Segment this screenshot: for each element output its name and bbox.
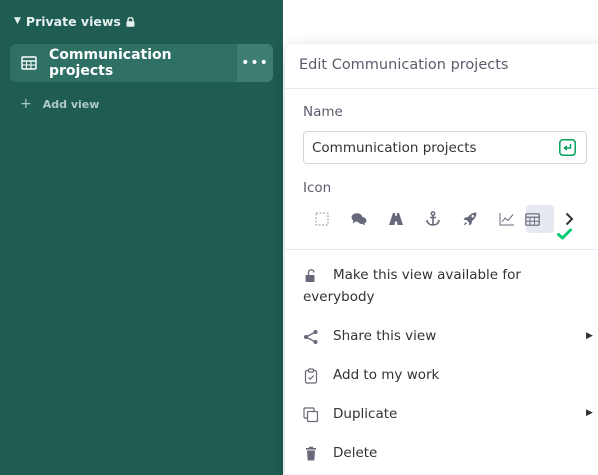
share-view-label: Share this view — [333, 328, 437, 344]
make-available-item[interactable]: Make this view available for — [303, 267, 521, 286]
empty-square-icon — [315, 212, 328, 226]
trash-icon — [303, 446, 319, 462]
icon-option-anchor[interactable] — [414, 205, 451, 233]
add-to-my-work-item[interactable]: Add to my work — [303, 367, 439, 386]
duplicate-label: Duplicate — [333, 406, 398, 422]
enter-icon[interactable] — [559, 139, 576, 156]
icon-label: Icon — [303, 180, 332, 196]
chevron-down-icon: ▼ — [14, 15, 21, 26]
submenu-arrow-icon: ▶ — [586, 331, 593, 341]
table-view-icon — [21, 56, 37, 70]
icon-option-line-chart[interactable] — [488, 205, 525, 233]
section-title: Private views — [25, 14, 121, 29]
duplicate-item[interactable]: Duplicate — [303, 406, 397, 425]
road-icon — [388, 213, 403, 225]
share-icon — [303, 329, 319, 345]
icon-option-table-view[interactable] — [524, 205, 572, 240]
rocket-icon — [463, 212, 476, 226]
duplicate-icon — [303, 407, 319, 423]
popup-title: Edit Communication projects — [299, 57, 509, 73]
clipboard-check-icon — [303, 368, 319, 384]
plus-icon: + — [20, 96, 32, 112]
delete-label: Delete — [333, 445, 378, 461]
table-view-icon — [524, 212, 540, 226]
sidebar: ▼ Private views Communication projects •… — [0, 0, 283, 475]
private-views-header[interactable]: ▼ Private views — [14, 14, 135, 29]
icon-option-rocket[interactable] — [451, 205, 488, 233]
make-available-label-line2: everybody — [303, 289, 375, 305]
chevron-right-icon[interactable] — [564, 209, 580, 229]
make-available-item-line2[interactable]: everybody — [303, 289, 375, 308]
add-view-button[interactable]: + Add view — [20, 96, 99, 112]
unlock-icon — [303, 268, 319, 284]
more-options-button[interactable]: ••• — [237, 44, 273, 82]
icon-picker — [303, 205, 580, 240]
lock-icon — [126, 16, 135, 27]
icon-option-road[interactable] — [377, 205, 414, 233]
name-input[interactable] — [303, 131, 587, 164]
icon-option-empty[interactable] — [303, 205, 340, 233]
checkmark-icon — [556, 228, 572, 240]
divider — [285, 88, 598, 89]
name-label: Name — [303, 104, 343, 120]
icon-option-chat[interactable] — [340, 205, 377, 233]
share-view-item[interactable]: Share this view — [303, 328, 436, 347]
chat-icon — [351, 213, 366, 226]
sidebar-item-communication-projects[interactable]: Communication projects ••• — [10, 44, 273, 82]
divider — [285, 249, 598, 250]
view-label: Communication projects — [49, 47, 172, 79]
delete-item[interactable]: Delete — [303, 445, 377, 464]
submenu-arrow-icon: ▶ — [586, 408, 593, 418]
add-to-my-work-label: Add to my work — [333, 367, 440, 383]
edit-view-popup: Edit Communication projects Name Icon — [285, 44, 598, 475]
line-chart-icon — [499, 213, 514, 226]
anchor-icon — [425, 211, 440, 226]
make-available-label: Make this view available for — [333, 267, 521, 283]
add-view-label: Add view — [42, 97, 100, 111]
